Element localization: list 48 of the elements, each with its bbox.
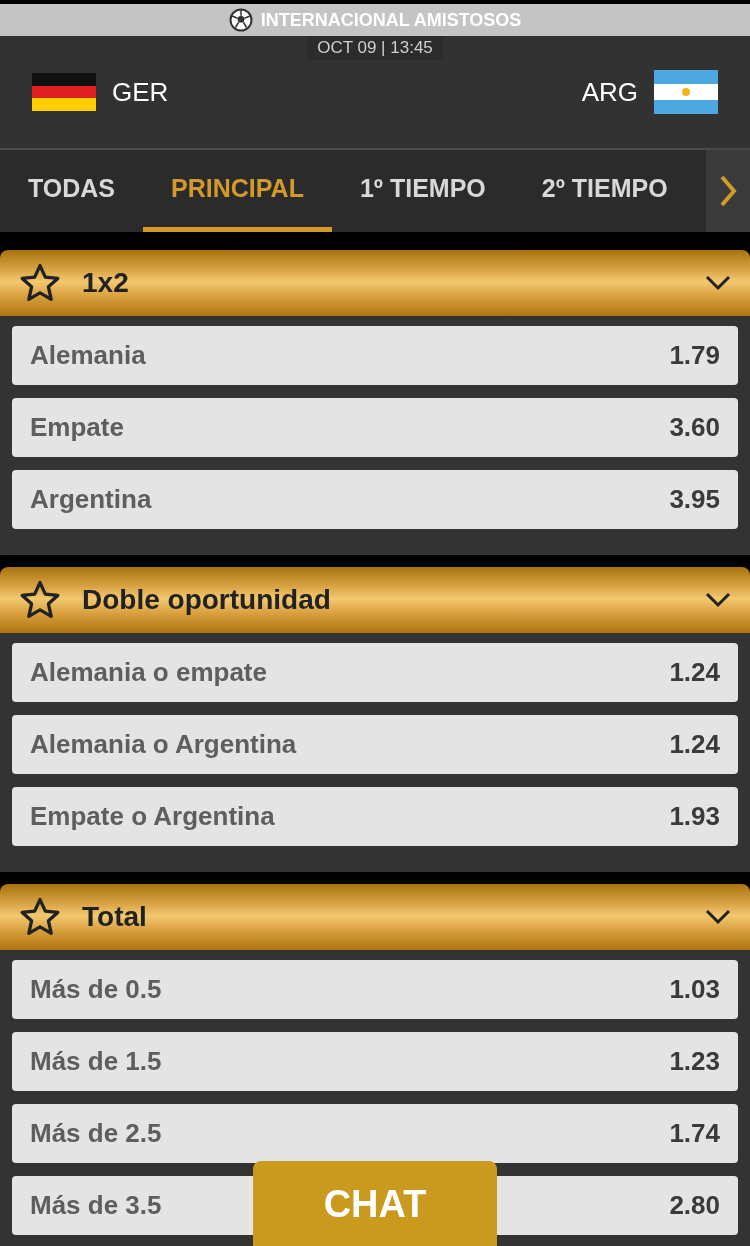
market-tab[interactable]: 1º TIEMPO xyxy=(331,150,514,232)
away-team-code: ARG xyxy=(581,76,638,108)
outcome-odds: 1.74 xyxy=(669,1118,720,1149)
market-header[interactable]: Doble oportunidad xyxy=(0,567,750,633)
outcome-odds: 1.79 xyxy=(669,340,720,371)
market-tab[interactable]: PRINCIPAL xyxy=(143,150,332,232)
outcome-label: Empate xyxy=(30,412,124,443)
home-team-code: GER xyxy=(112,76,169,108)
market-tab[interactable]: TODAS xyxy=(0,150,144,232)
outcome-label: Más de 0.5 xyxy=(30,974,162,1005)
scroll-right-button[interactable] xyxy=(706,150,750,232)
outcome-odds: 1.24 xyxy=(669,729,720,760)
outcome-label: Más de 2.5 xyxy=(30,1118,162,1149)
outcome-row[interactable]: Argentina 3.95 xyxy=(12,470,738,529)
argentina-flag-icon xyxy=(654,70,718,114)
outcome-label: Alemania xyxy=(30,340,146,371)
germany-flag-icon xyxy=(32,73,96,111)
outcome-row[interactable]: Empate o Argentina 1.93 xyxy=(12,787,738,846)
outcome-odds: 1.24 xyxy=(669,657,720,688)
outcome-row[interactable]: Más de 1.5 1.23 xyxy=(12,1032,738,1091)
soccer-ball-icon xyxy=(228,8,253,32)
outcome-label: Argentina xyxy=(30,484,152,515)
outcome-odds: 1.03 xyxy=(669,974,720,1005)
outcome-row[interactable]: Más de 0.5 1.03 xyxy=(12,960,738,1019)
outcome-label: Más de 1.5 xyxy=(30,1046,162,1077)
outcome-row[interactable]: Alemania o empate 1.24 xyxy=(12,643,738,702)
outcome-label: Alemania o Argentina xyxy=(30,729,297,760)
chevron-icon xyxy=(704,908,732,926)
market-header[interactable]: 1x2 xyxy=(0,250,750,316)
competition-name: INTERNACIONAL AMISTOSOS xyxy=(260,9,522,31)
outcome-label: Más de 3.5 xyxy=(30,1190,162,1221)
outcome-label: Empate o Argentina xyxy=(30,801,275,832)
outcome-row[interactable]: Más de 2.5 1.74 xyxy=(12,1104,738,1163)
chevron-right-icon xyxy=(719,174,737,208)
outcome-odds: 1.93 xyxy=(669,801,720,832)
match-datetime: OCT 09 | 13:45 xyxy=(307,36,443,60)
outcome-odds: 3.95 xyxy=(669,484,720,515)
outcome-odds: 3.60 xyxy=(669,412,720,443)
chevron-icon xyxy=(704,591,732,609)
outcome-row[interactable]: Alemania 1.79 xyxy=(12,326,738,385)
outcome-label: Alemania o empate xyxy=(30,657,267,688)
outcome-odds: 2.80 xyxy=(669,1190,720,1221)
outcome-odds: 1.23 xyxy=(669,1046,720,1077)
market-header[interactable]: Total xyxy=(0,884,750,950)
chevron-icon xyxy=(704,274,732,292)
market-tab[interactable]: 2º TIEMPO xyxy=(513,150,696,232)
outcome-row[interactable]: Empate 3.60 xyxy=(12,398,738,457)
outcome-row[interactable]: Alemania o Argentina 1.24 xyxy=(12,715,738,774)
